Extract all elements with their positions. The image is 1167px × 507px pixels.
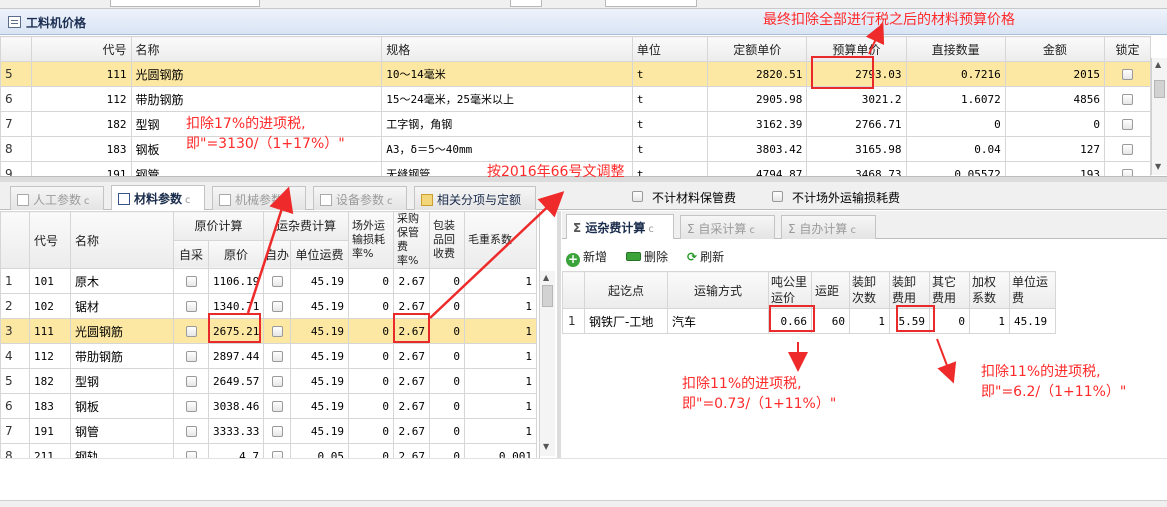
- arrow: [936, 338, 957, 384]
- annotation-text: 最终扣除全部进行税之后的材料预算价格: [763, 12, 1015, 28]
- annotation-text: 按2016年66号文调整: [487, 164, 625, 180]
- annotation-text: 扣除11%的进项税,: [981, 364, 1101, 380]
- annotation-text: 扣除17%的进项税,: [186, 116, 306, 132]
- annotation-text: 扣除11%的进项税,: [682, 376, 802, 392]
- annotation-text: 即"=3130/（1+17%）": [186, 136, 345, 152]
- annotation-arrows: [246, 22, 957, 384]
- app-window: 工料机价格 代号 名称 规格 单位 定额单价 预算单价 直接数量 金额 锁定 5…: [0, 0, 1167, 507]
- annotation-text: 即"=0.73/（1+11%）": [682, 396, 837, 412]
- annotation-text: 即"=6.2/（1+11%）": [981, 384, 1127, 400]
- arrow: [865, 22, 885, 55]
- arrow: [246, 186, 294, 314]
- arrow: [429, 191, 565, 319]
